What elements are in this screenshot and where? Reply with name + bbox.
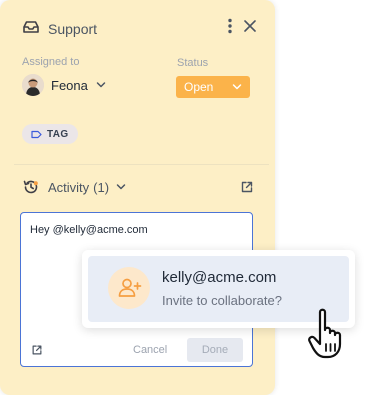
done-label: Done (201, 344, 229, 356)
invite-subtitle: Invite to collaborate? (162, 293, 282, 308)
chevron-down-icon (232, 83, 242, 91)
hand-pointer-icon (308, 306, 362, 367)
section-divider (14, 164, 269, 165)
history-icon (22, 178, 40, 196)
status-dropdown[interactable]: Open (176, 76, 250, 98)
close-icon[interactable] (243, 19, 257, 33)
header-actions (227, 18, 257, 34)
add-user-icon (108, 267, 150, 309)
panel-title: Support (48, 21, 98, 37)
done-button[interactable]: Done (187, 338, 243, 362)
chevron-down-icon (96, 81, 106, 89)
comment-text[interactable]: Hey @kelly@acme.com (30, 224, 148, 236)
activity-count: (1) (93, 179, 110, 195)
status-label: Status (177, 57, 209, 69)
chevron-down-icon (116, 183, 126, 191)
status-value: Open (184, 80, 214, 94)
more-options-icon[interactable] (227, 18, 233, 34)
inbox-icon (22, 19, 40, 40)
assigned-to-label: Assigned to (22, 56, 80, 68)
assignee-selector[interactable]: Feona (22, 74, 106, 96)
support-panel: Support Assigned to Feona Status Open TA… (0, 0, 275, 395)
tag-chip[interactable]: TAG (22, 124, 78, 144)
tag-icon (31, 130, 42, 139)
open-external-icon[interactable] (240, 180, 254, 199)
activity-toggle[interactable]: Activity (1) (22, 178, 126, 196)
invite-email: kelly@acme.com (162, 269, 277, 286)
open-external-icon[interactable] (31, 343, 43, 361)
avatar (22, 74, 44, 96)
panel-header: Support (22, 18, 97, 40)
tag-label: TAG (47, 128, 69, 140)
activity-label: Activity (48, 179, 90, 195)
cancel-button[interactable]: Cancel (133, 344, 167, 356)
assignee-name: Feona (51, 77, 88, 93)
